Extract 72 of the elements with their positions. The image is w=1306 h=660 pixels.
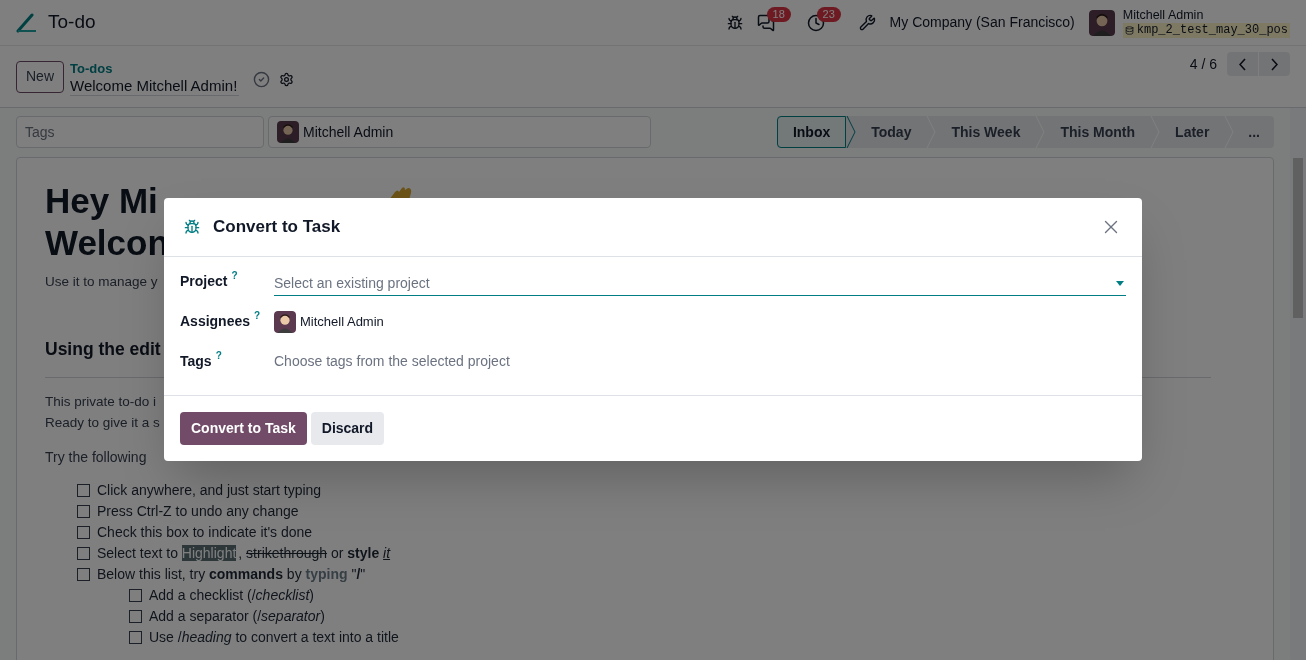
stage-button[interactable]: This Week (936, 116, 1036, 148)
count-badge: 23 (816, 6, 841, 22)
checkbox[interactable] (77, 567, 90, 581)
company-switcher[interactable]: My Company (San Francisco) (889, 12, 1075, 33)
checkbox[interactable] (129, 609, 142, 623)
database-name: kmp_2_test_may_30_pos (1122, 22, 1290, 38)
stage-button[interactable]: Later (1160, 116, 1225, 148)
chevron-left-icon (1239, 57, 1246, 71)
stage-button[interactable]: This Month (1045, 116, 1151, 148)
heading-line: Welcon (45, 222, 169, 264)
previous-button[interactable] (1227, 52, 1258, 76)
checklist-item: Add a separator (/separator) (149, 606, 325, 626)
checkbox[interactable] (77, 525, 90, 539)
bug-icon[interactable] (726, 14, 743, 31)
avatar-icon (274, 311, 296, 333)
bug-icon (184, 219, 200, 235)
pen-logo-icon (16, 12, 38, 33)
heading-line: Hey Mi (45, 180, 158, 222)
project-select[interactable]: Select an existing project (274, 271, 1126, 296)
discard-button[interactable]: Discard (310, 412, 385, 445)
dialog-title: Convert to Task (213, 216, 341, 239)
check-circle-icon[interactable] (253, 71, 271, 88)
paragraph-line: Ready to give it a s (45, 413, 160, 432)
user-name[interactable]: Mitchell Admin (1122, 7, 1204, 23)
assignee-field[interactable]: Mitchell Admin (268, 116, 651, 148)
checkbox[interactable] (77, 483, 90, 497)
database-icon (1124, 25, 1134, 35)
caret-icon[interactable] (1116, 281, 1124, 286)
messages-icon[interactable] (756, 13, 775, 32)
checklist-item: Click anywhere, and just start typing (97, 480, 322, 500)
checklist-item: Press Ctrl-Z to undo any change (97, 501, 299, 521)
checklist-item: Use /heading to convert a text into a title (149, 627, 399, 647)
next-button[interactable] (1259, 52, 1290, 76)
tags-field[interactable]: Choose tags from the selected project (274, 351, 1126, 372)
chevron-right-icon (1271, 57, 1278, 71)
field-label: Assignees (180, 312, 251, 331)
paragraph-line: This private to-do i (45, 392, 157, 411)
checkbox[interactable] (129, 630, 142, 644)
checklist-item: Add a checklist (/checklist) (149, 585, 314, 605)
checkbox[interactable] (77, 546, 90, 560)
checkbox[interactable] (77, 504, 90, 518)
stage-button[interactable]: Inbox (776, 116, 847, 148)
checkbox[interactable] (129, 588, 142, 602)
help-tooltip[interactable]: ? (215, 348, 222, 363)
avatar-icon (1088, 9, 1115, 36)
try-text: Try the following (45, 447, 147, 467)
new-button[interactable]: New (16, 60, 64, 93)
help-tooltip[interactable]: ? (254, 308, 261, 323)
checklist-item: Below this list, try commands by typing "/" (97, 564, 366, 584)
assignee-name: Mitchell Admin (303, 122, 394, 142)
checklist-item: Check this box to indicate it's done (97, 522, 313, 542)
app-title[interactable]: To-do (48, 8, 96, 37)
convert-button[interactable]: Convert to Task (180, 412, 307, 445)
field-label: Tags (180, 352, 212, 371)
scrollbar-thumb[interactable] (1293, 158, 1303, 318)
more-stages-button[interactable]: ... (1234, 116, 1274, 148)
clock-icon[interactable] (806, 13, 825, 32)
intro-text: Use it to manage y (45, 273, 158, 291)
section-title: Using the edit (45, 338, 161, 362)
breadcrumb-link[interactable]: To-dos (70, 61, 113, 76)
field-label: Project (180, 272, 228, 291)
stage-button[interactable]: Today (856, 116, 927, 148)
tools-icon[interactable] (858, 14, 876, 31)
count-badge: 18 (766, 6, 791, 22)
pager-value: 4 / 6 (1189, 54, 1217, 74)
checklist-item: Select text to Highlight, strikethrough or style it (97, 543, 391, 563)
avatar-icon (277, 121, 299, 143)
assignee-name[interactable]: Mitchell Admin (300, 312, 384, 332)
help-tooltip[interactable]: ? (231, 268, 238, 283)
settings-icon[interactable] (279, 72, 295, 87)
record-title-field[interactable]: Welcome Mitchell Admin! (70, 75, 240, 96)
tags-field[interactable]: Tags (16, 116, 264, 148)
